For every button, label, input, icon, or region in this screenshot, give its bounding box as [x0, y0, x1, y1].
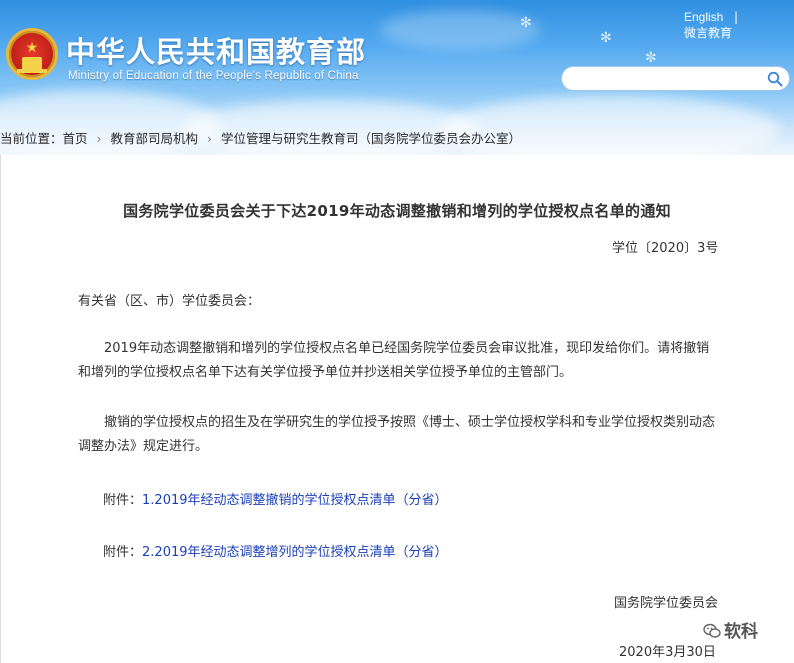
document-date: 2020年3月30日: [619, 645, 716, 660]
breadcrumb: 当前位置：首页 › 教育部司局机构 › 学位管理与研究生教育司（国务院学位委员会办公室）: [0, 128, 521, 150]
paragraph: 2019年动态调整撤销和增列的学位授权点名单已经国务院学位委员会审议批准，现印发…: [78, 341, 710, 380]
salutation: 有关省（区、市）学位委员会：: [78, 294, 261, 309]
wechat-icon: [703, 623, 721, 638]
watermark: 软科: [703, 617, 758, 642]
attachment-item: 附件：2.2019年经动态调整增列的学位授权点清单（分省）: [103, 541, 448, 560]
chevron-right-icon: ›: [207, 131, 213, 146]
breadcrumb-home[interactable]: 首页: [63, 131, 88, 146]
attachment-prefix: 附件：: [103, 545, 143, 560]
site-title-cn[interactable]: 中华人民共和国教育部: [66, 29, 366, 71]
breadcrumb-degree-office[interactable]: 学位管理与研究生教育司（国务院学位委员会办公室）: [221, 131, 521, 146]
chevron-right-icon: ›: [96, 131, 102, 146]
document-title: 国务院学位委员会关于下达2019年动态调整撤销和增列的学位授权点名单的通知: [123, 202, 671, 220]
breadcrumb-departments[interactable]: 教育部司局机构: [111, 131, 199, 146]
document-number: 学位〔2020〕3号: [612, 241, 719, 256]
search-input[interactable]: [574, 70, 764, 88]
attachment-prefix: 附件：: [103, 493, 143, 508]
site-title-en[interactable]: Ministry of Education of the People's Re…: [68, 70, 359, 82]
attachment-item: 附件：1.2019年经动态调整撤销的学位授权点清单（分省）: [103, 489, 448, 508]
attachment-link-added[interactable]: 2.2019年经动态调整增列的学位授权点清单（分省）: [142, 545, 448, 560]
link-separator: |: [734, 10, 739, 24]
attachment-link-revoked[interactable]: 1.2019年经动态调整撤销的学位授权点清单（分省）: [142, 493, 448, 508]
article-container: [0, 155, 794, 663]
weibo-link[interactable]: 微言教育: [684, 25, 784, 41]
paragraph: 撤销的学位授权点的招生及在学研究生的学位授予按照《博士、硕士学位授权学科和专业学…: [78, 415, 716, 454]
search-icon[interactable]: [767, 71, 783, 87]
national-emblem-icon: ★: [6, 28, 58, 80]
top-links: English | 微言教育: [684, 9, 784, 41]
breadcrumb-label: 当前位置：: [0, 131, 63, 146]
signer: 国务院学位委员会: [614, 596, 719, 611]
watermark-text: 软科: [724, 622, 758, 642]
site-header: ✻ ✼ ✻ ✼ ★ 中华人民共和国教育部 Ministry of Educati…: [0, 0, 794, 155]
search-box: [561, 66, 790, 91]
